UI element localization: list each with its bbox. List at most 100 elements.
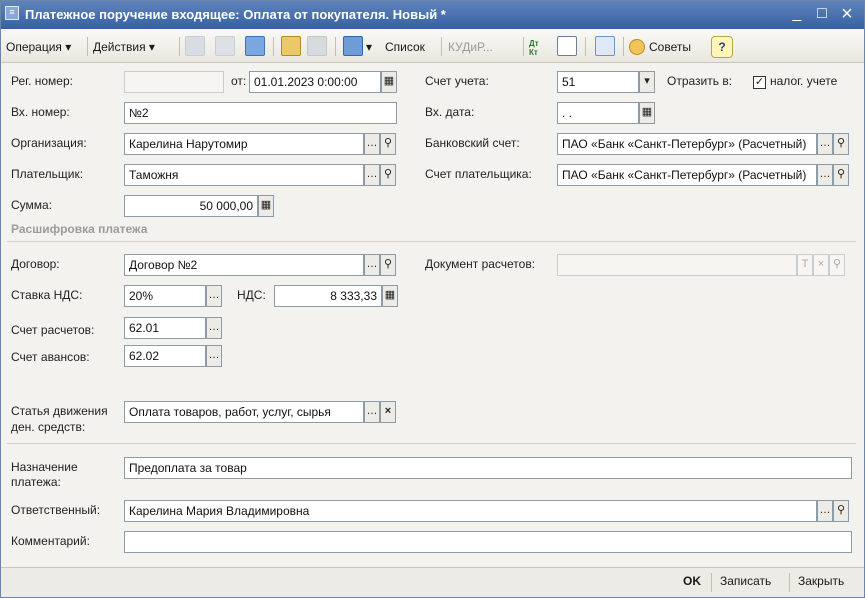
date-field[interactable]: 01.01.2023 0:00:00 (249, 71, 381, 93)
responsible-field[interactable]: Карелина Мария Владимировна (124, 500, 817, 522)
organization-select-icon[interactable]: … (364, 133, 380, 155)
minimize-button[interactable]: _ (787, 4, 807, 24)
window-title: Платежное поручение входящее: Оплата от … (25, 7, 446, 22)
save-button[interactable]: Записать (720, 574, 771, 588)
organization-field[interactable]: Карелина Нарутомир (124, 133, 364, 155)
footer-bar: OK Записать Закрыть (1, 567, 864, 597)
payer-account-open-icon[interactable]: ⚲ (833, 164, 849, 186)
advance-account-field[interactable]: 62.02 (124, 345, 206, 367)
window-menu-icon[interactable]: ≡ (5, 6, 19, 20)
calculator-icon[interactable]: ▦ (258, 195, 274, 217)
amount-field[interactable]: 50 000,00 (124, 195, 258, 217)
document-window: ≡ Платежное поручение входящее: Оплата о… (0, 0, 865, 598)
purpose-field[interactable]: Предоплата за товар (124, 457, 852, 479)
dt-kt-icon[interactable]: Дт Кт (529, 39, 545, 61)
payer-open-icon[interactable]: ⚲ (380, 164, 396, 186)
vat-field[interactable]: 8 333,33 (274, 285, 382, 307)
footer-separator (789, 573, 790, 592)
in-date-field[interactable]: . . (557, 102, 639, 124)
contract-select-icon[interactable]: … (364, 254, 380, 276)
comment-field[interactable] (124, 531, 852, 553)
in-number-field[interactable]: №2 (124, 102, 397, 124)
kudir-button[interactable]: КУДиР... (448, 36, 493, 58)
toolbar-separator (179, 37, 180, 56)
cash-flow-item-field[interactable]: Оплата товаров, работ, услуг, сырья (124, 401, 364, 423)
vat-rate-select-icon[interactable]: … (206, 285, 222, 307)
toolbar-separator (523, 37, 524, 56)
text-format-icon[interactable] (595, 36, 615, 56)
help-button[interactable]: ? (711, 36, 733, 58)
contract-field[interactable]: Договор №2 (124, 254, 364, 276)
create-based-on-dropdown[interactable]: ▾ (366, 36, 372, 58)
copy-icon[interactable] (215, 36, 235, 56)
maximize-button[interactable]: □ (812, 4, 832, 24)
settlement-account-label: Счет расчетов: (11, 323, 95, 337)
reg-number-field[interactable] (124, 71, 224, 93)
toolbar: Операция ▾ Действия ▾ ▾ Список КУДиР... … (1, 29, 864, 63)
payer-label: Плательщик: (11, 167, 84, 181)
list-button[interactable]: Список (385, 36, 425, 58)
in-number-label: Вх. номер: (11, 105, 70, 119)
close-button[interactable]: Закрыть (798, 574, 844, 588)
report-icon[interactable] (557, 36, 577, 56)
responsible-select-icon[interactable]: … (817, 500, 833, 522)
responsible-label: Ответственный: (11, 503, 101, 517)
vat-rate-label: Ставка НДС: (11, 288, 83, 302)
vat-calculator-icon[interactable]: ▦ (382, 285, 398, 307)
toolbar-separator (441, 37, 442, 56)
text-type-icon[interactable]: T (797, 254, 813, 276)
reflect-in-label: Отразить в: (667, 74, 733, 88)
bank-account-open-icon[interactable]: ⚲ (833, 133, 849, 155)
payer-account-select-icon[interactable]: … (817, 164, 833, 186)
cash-flow-item-clear-icon[interactable]: × (380, 401, 396, 423)
account-field[interactable]: 51 (557, 71, 639, 93)
organization-open-icon[interactable]: ⚲ (380, 133, 396, 155)
unpost-icon[interactable] (307, 36, 327, 56)
section-divider (7, 241, 856, 242)
toolbar-separator (87, 37, 88, 56)
cash-flow-item-select-icon[interactable]: … (364, 401, 380, 423)
in-date-calendar-icon[interactable]: ▦ (639, 102, 655, 124)
ok-button[interactable]: OK (683, 574, 701, 588)
close-window-button[interactable]: × (837, 4, 857, 24)
responsible-open-icon[interactable]: ⚲ (833, 500, 849, 522)
create-based-on-icon[interactable] (343, 36, 363, 56)
contract-open-icon[interactable]: ⚲ (380, 254, 396, 276)
settlement-doc-field[interactable] (557, 254, 797, 276)
settlement-account-select-icon[interactable]: … (206, 317, 222, 339)
title-bar: ≡ Платежное поручение входящее: Оплата о… (1, 1, 864, 29)
operation-menu-label: Операция (6, 40, 62, 54)
refresh-icon[interactable] (245, 36, 265, 56)
actions-menu-label: Действия (93, 40, 146, 54)
tax-accounting-checkbox[interactable]: ✓ (753, 76, 766, 89)
amount-label: Сумма: (11, 198, 53, 212)
add-icon[interactable] (185, 36, 205, 56)
toolbar-separator (273, 37, 274, 56)
advance-account-select-icon[interactable]: … (206, 345, 222, 367)
toolbar-separator (585, 37, 586, 56)
settlement-account-field[interactable]: 62.01 (124, 317, 206, 339)
advice-button[interactable]: Советы (649, 36, 691, 58)
payer-account-field[interactable]: ПАО «Банк «Санкт-Петербург» (Расчетный) (557, 164, 817, 186)
purpose-label-line2: платежа: (11, 475, 61, 489)
account-label: Счет учета: (425, 74, 489, 88)
clear-icon[interactable]: × (813, 254, 829, 276)
payer-field[interactable]: Таможня (124, 164, 364, 186)
actions-menu[interactable]: Действия ▾ (93, 36, 155, 58)
vat-label: НДС: (237, 288, 266, 302)
cash-flow-item-label-line1: Статья движения (11, 404, 108, 418)
operation-menu[interactable]: Операция ▾ (6, 36, 71, 58)
bank-account-field[interactable]: ПАО «Банк «Санкт-Петербург» (Расчетный) (557, 133, 817, 155)
calendar-icon[interactable]: ▦ (381, 71, 397, 93)
cash-flow-item-label-line2: ден. средств: (11, 420, 86, 434)
account-dropdown-icon[interactable]: ▾ (639, 71, 655, 93)
post-and-close-icon[interactable] (281, 36, 301, 56)
bank-account-select-icon[interactable]: … (817, 133, 833, 155)
reg-number-label: Рег. номер: (11, 74, 73, 88)
comment-label: Комментарий: (11, 534, 90, 548)
vat-rate-field[interactable]: 20% (124, 285, 206, 307)
payer-select-icon[interactable]: … (364, 164, 380, 186)
settlement-doc-open-icon[interactable]: ⚲ (829, 254, 845, 276)
advice-icon[interactable] (629, 39, 645, 55)
tax-accounting-label: налог. учете (770, 74, 838, 88)
